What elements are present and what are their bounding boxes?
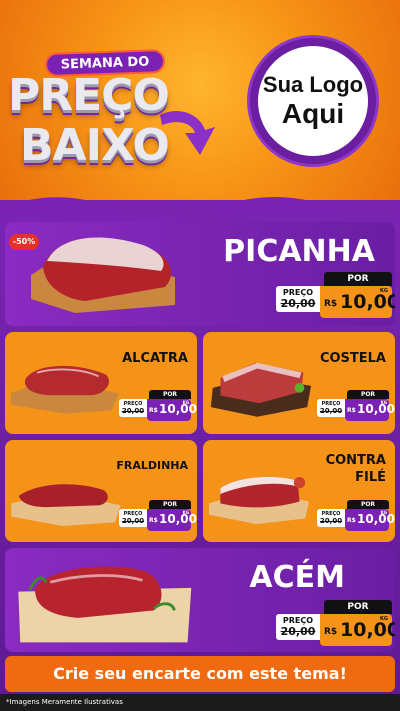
new-price: R$ 10,00 KG xyxy=(320,286,395,318)
alcatra-image xyxy=(10,365,120,414)
product-name-alcatra: ALCATRA xyxy=(122,351,188,366)
product-card-fraldinha: FRALDINHA POR PREÇO 20,00 R$ 10,00 KG xyxy=(5,440,197,542)
price-tag-costela: POR PREÇO 20,00 R$ 10,00 KG xyxy=(317,390,395,424)
price-tag-fraldinha: POR PREÇO 20,00 R$ 10,00 KG xyxy=(119,500,197,534)
price-tag-acem: POR PREÇO 20,00 R$ 10,00 KG xyxy=(276,600,395,648)
discount-badge: -50% xyxy=(9,234,39,250)
logo-text-line2: Aqui xyxy=(281,98,345,129)
product-name-contra-file: CONTRA FILÉ xyxy=(325,453,386,485)
por-label: POR xyxy=(324,272,392,286)
picanha-image xyxy=(31,237,175,313)
product-card-acem: ACÉM POR PREÇO 20,00 R$ 10,00 KG xyxy=(5,548,395,652)
product-card-contra-file: CONTRA FILÉ POR PREÇO 20,00 R$ 10,00 KG xyxy=(203,440,395,542)
old-price: PREÇO 20,00 xyxy=(276,286,320,312)
product-card-alcatra: ALCATRA POR PREÇO 20,00 R$ 10,00 KG xyxy=(5,332,197,434)
acem-image xyxy=(18,566,192,643)
price-tag-contra-file: POR PREÇO 20,00 R$ 10,00 KG xyxy=(317,500,395,534)
title-baixo: BAIXO xyxy=(20,120,170,171)
product-name-picanha: PICANHA xyxy=(223,234,375,269)
footer-disclaimer: *Imagens Meramente Ilustrativas xyxy=(0,694,400,711)
costela-image xyxy=(210,362,312,417)
logo-placeholder: Sua Logo Aqui xyxy=(250,38,376,164)
product-card-picanha: PICANHA POR PREÇO 20,00 R$ 10,00 KG xyxy=(5,222,395,326)
price-tag-picanha: POR PREÇO 20,00 R$ 10,00 KG xyxy=(276,272,395,320)
product-name-fraldinha: FRALDINHA xyxy=(116,459,188,472)
contra-file-image xyxy=(209,476,309,525)
product-name-costela: COSTELA xyxy=(319,351,386,366)
price-tag-alcatra: POR PREÇO 20,00 R$ 10,00 KG xyxy=(119,390,197,424)
product-name-acem: ACÉM xyxy=(249,560,345,595)
logo-text-line1: Sua Logo xyxy=(262,72,364,97)
product-card-costela: COSTELA POR PREÇO 20,00 R$ 10,00 KG xyxy=(203,332,395,434)
title-preco: PREÇO xyxy=(8,70,170,121)
fraldinha-image xyxy=(11,484,121,526)
cta-button[interactable]: Crie seu encarte com este tema! xyxy=(5,656,395,692)
